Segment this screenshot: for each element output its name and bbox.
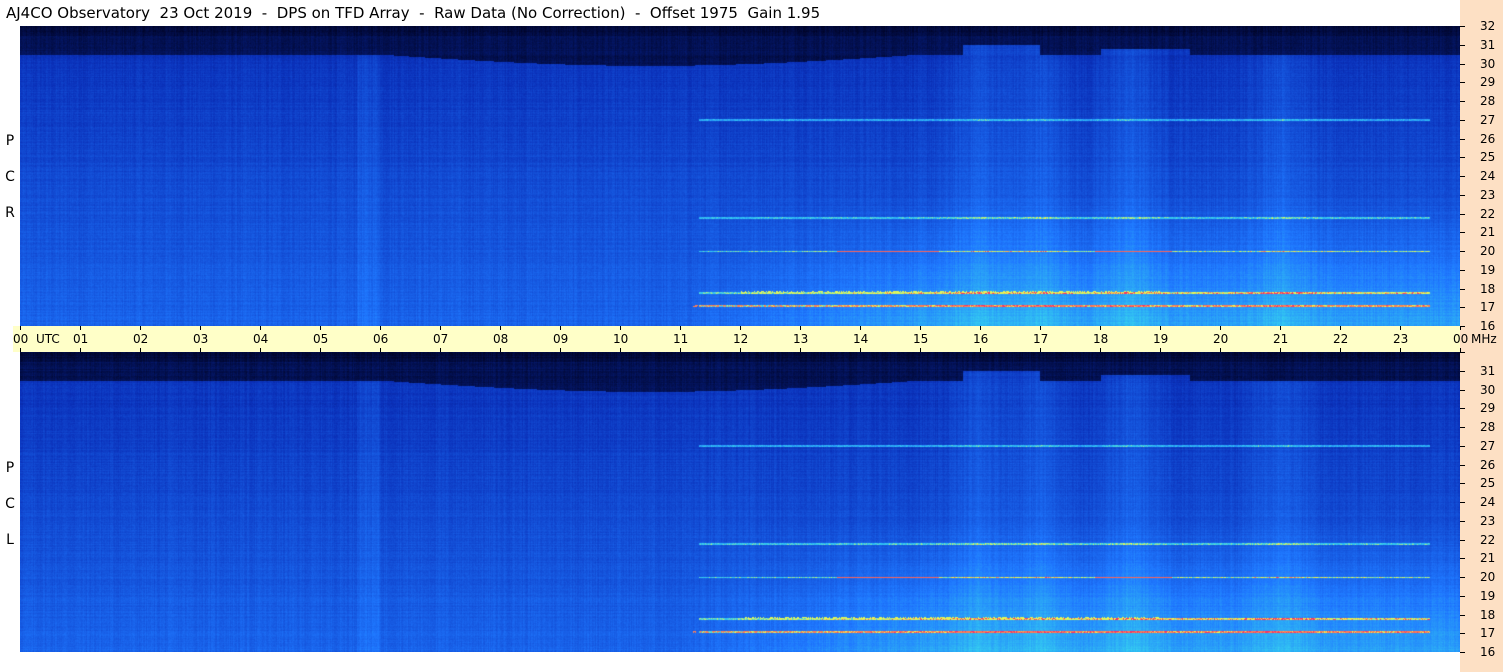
rcp-letter-3: R: [5, 205, 15, 221]
rcp-spectrogram-canvas: [20, 26, 1460, 326]
frequency-axis-strip: [1460, 0, 1503, 672]
rcp-letter-2: C: [5, 169, 15, 185]
chart-title: AJ4CO Observatory 23 Oct 2019 - DPS on T…: [6, 4, 821, 22]
lcp-letter-3: L: [6, 532, 14, 548]
utc-time-axis: [13, 326, 1460, 352]
rcp-label: P C R: [2, 132, 18, 240]
rcp-spectrogram: [20, 26, 1460, 326]
lcp-spectrogram: [20, 352, 1460, 652]
lcp-label: P C L: [2, 459, 18, 567]
rcp-letter-1: P: [5, 133, 15, 149]
lcp-spectrogram-canvas: [20, 352, 1460, 652]
lcp-letter-1: P: [5, 460, 15, 476]
lcp-letter-2: C: [5, 496, 15, 512]
